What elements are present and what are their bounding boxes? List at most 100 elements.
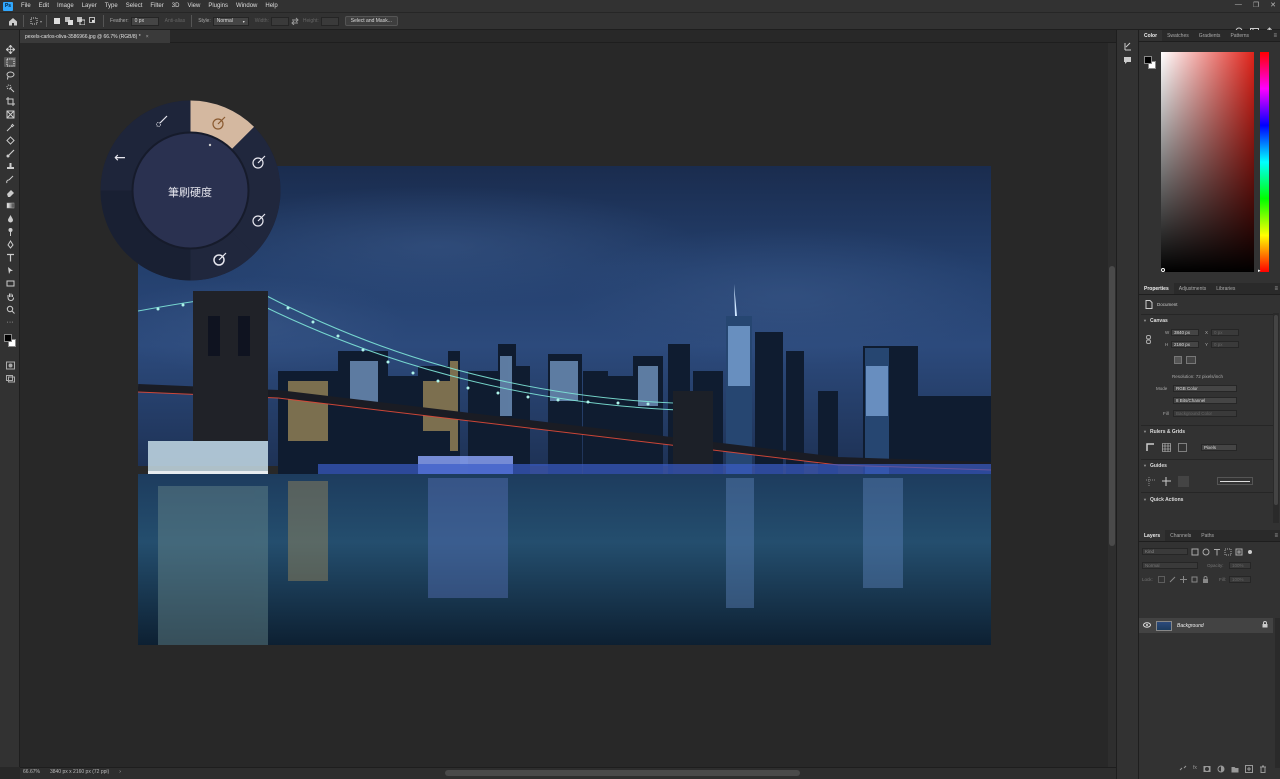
tab-layers[interactable]: Layers [1139, 530, 1166, 541]
lock-transparent-icon[interactable] [1158, 576, 1165, 585]
landscape-orientation-icon[interactable] [1186, 356, 1196, 364]
tab-libraries[interactable]: Libraries [1211, 283, 1240, 294]
pen-tool-icon[interactable] [4, 239, 16, 249]
bit-depth-select[interactable]: 8 Bits/Channel [1173, 397, 1237, 404]
eraser-tool-icon[interactable] [4, 187, 16, 197]
home-icon[interactable] [7, 15, 19, 27]
hue-slider-marker[interactable]: ▸ [1258, 268, 1261, 274]
quick-selection-tool-icon[interactable] [4, 83, 16, 93]
menu-select[interactable]: Select [122, 3, 147, 9]
foreground-color-swatch[interactable] [4, 334, 12, 342]
fill-input[interactable]: 100% [1229, 576, 1251, 583]
tab-paths[interactable]: Paths [1196, 530, 1219, 541]
zoom-tool-icon[interactable] [4, 304, 16, 314]
close-document-icon[interactable]: × [146, 34, 149, 40]
marquee-preset-icon[interactable] [30, 17, 38, 25]
link-layers-icon[interactable] [1179, 765, 1187, 775]
horizontal-scrollbar[interactable] [20, 767, 1116, 779]
swap-dimensions-icon[interactable] [291, 17, 299, 25]
menu-3d[interactable]: 3D [168, 3, 184, 9]
zoom-level[interactable]: 66.67% [23, 769, 40, 775]
guide-color-select[interactable] [1217, 477, 1253, 485]
status-arrow-icon[interactable]: › [119, 769, 121, 775]
blend-mode-select[interactable]: Normal [1142, 562, 1198, 569]
layer-lock-icon[interactable] [1262, 621, 1268, 630]
panel-menu-icon[interactable]: ≡ [1273, 33, 1277, 39]
color-panel-swatches[interactable] [1144, 56, 1157, 70]
menu-filter[interactable]: Filter [146, 3, 167, 9]
opacity-input[interactable]: 100% [1229, 562, 1251, 569]
intersect-selection-icon[interactable] [89, 17, 97, 25]
filter-adjustment-icon[interactable] [1202, 548, 1210, 558]
canvas-y-input[interactable]: 0 px [1211, 341, 1239, 348]
tab-properties[interactable]: Properties [1139, 283, 1174, 294]
menu-layer[interactable]: Layer [78, 3, 101, 9]
brush-soft-icon[interactable] [155, 114, 169, 130]
more-tools-icon[interactable]: ··· [4, 317, 16, 327]
brush-hardness-100-icon[interactable] [213, 252, 227, 268]
tab-patterns[interactable]: Patterns [1225, 30, 1254, 41]
fill-select[interactable]: Background Color [1173, 410, 1237, 417]
mode-select[interactable]: RGB Color [1173, 385, 1237, 392]
layers-scrollbar[interactable] [1275, 618, 1280, 768]
filter-type-icon[interactable] [1213, 548, 1221, 558]
document-info[interactable]: 3840 px x 2160 px (72 ppi) [50, 769, 109, 775]
width-input[interactable] [270, 16, 289, 26]
style-select[interactable]: Normal ▾ [212, 16, 249, 26]
quick-mask-icon[interactable] [4, 360, 16, 370]
brush-hardness-25-icon[interactable] [212, 116, 226, 132]
tab-channels[interactable]: Channels [1165, 530, 1196, 541]
rulers-grids-section-header[interactable]: ▼ Rulers & Grids [1143, 429, 1185, 435]
quick-actions-section-header[interactable]: ▼ Quick Actions [1143, 497, 1183, 503]
new-selection-icon[interactable] [53, 17, 61, 25]
lock-all-icon[interactable] [1202, 576, 1209, 585]
filter-toggle-icon[interactable] [1246, 548, 1254, 558]
menu-type[interactable]: Type [101, 3, 122, 9]
filter-shape-icon[interactable] [1224, 548, 1232, 558]
dodge-tool-icon[interactable] [4, 226, 16, 236]
lock-position-icon[interactable] [1180, 576, 1187, 585]
select-and-mask-button[interactable]: Select and Mask... [344, 16, 398, 26]
new-group-icon[interactable] [1231, 765, 1239, 775]
panel-foreground-swatch[interactable] [1144, 56, 1152, 64]
canvas-x-input[interactable]: 0 px [1211, 329, 1239, 336]
subtract-selection-icon[interactable] [77, 17, 86, 25]
menu-help[interactable]: Help [261, 3, 281, 9]
hue-slider[interactable] [1260, 52, 1269, 272]
lock-pixels-icon[interactable] [1169, 576, 1176, 585]
antialias-checkbox[interactable]: Anti-alias [165, 18, 186, 24]
vertical-scrollbar[interactable] [1108, 43, 1116, 767]
clone-stamp-tool-icon[interactable] [4, 161, 16, 171]
brush-hardness-50-icon[interactable] [252, 155, 266, 171]
color-field[interactable] [1161, 52, 1254, 272]
brush-hardness-75-icon[interactable] [252, 213, 266, 229]
horizontal-scroll-thumb[interactable] [445, 770, 800, 776]
canvas-width-input[interactable]: 3840 px [1171, 329, 1199, 336]
tab-color[interactable]: Color [1139, 30, 1163, 41]
rectangle-tool-icon[interactable] [4, 278, 16, 288]
smart-guides-icon[interactable] [1162, 477, 1171, 488]
ruler-icon[interactable] [1146, 443, 1155, 454]
guides-icon[interactable] [1146, 477, 1155, 488]
add-selection-icon[interactable] [65, 17, 74, 25]
minimize-button[interactable]: — [1235, 1, 1242, 9]
tab-adjustments[interactable]: Adjustments [1174, 283, 1212, 294]
frame-tool-icon[interactable] [4, 109, 16, 119]
tab-gradients[interactable]: Gradients [1194, 30, 1226, 41]
menu-view[interactable]: View [183, 3, 204, 9]
canvas-height-input[interactable]: 2160 px [1171, 341, 1199, 348]
pixel-grid-icon[interactable] [1178, 443, 1187, 454]
add-mask-icon[interactable] [1203, 765, 1211, 775]
layer-row-background[interactable]: Background [1139, 618, 1273, 633]
menu-plugins[interactable]: Plugins [204, 3, 232, 9]
menu-window[interactable]: Window [232, 3, 261, 9]
close-window-button[interactable]: ✕ [1270, 1, 1276, 9]
feather-input[interactable]: 0 px [130, 16, 159, 26]
properties-menu-icon[interactable]: ≡ [1274, 286, 1278, 292]
type-tool-icon[interactable] [4, 252, 16, 262]
visibility-eye-icon[interactable] [1143, 621, 1151, 630]
healing-brush-tool-icon[interactable] [4, 135, 16, 145]
guide-layout-icon[interactable] [1178, 476, 1189, 487]
comments-panel-icon[interactable] [1123, 56, 1132, 67]
document-tab[interactable]: pexels-carlos-oliva-3586966.jpg @ 66.7% … [20, 30, 170, 43]
